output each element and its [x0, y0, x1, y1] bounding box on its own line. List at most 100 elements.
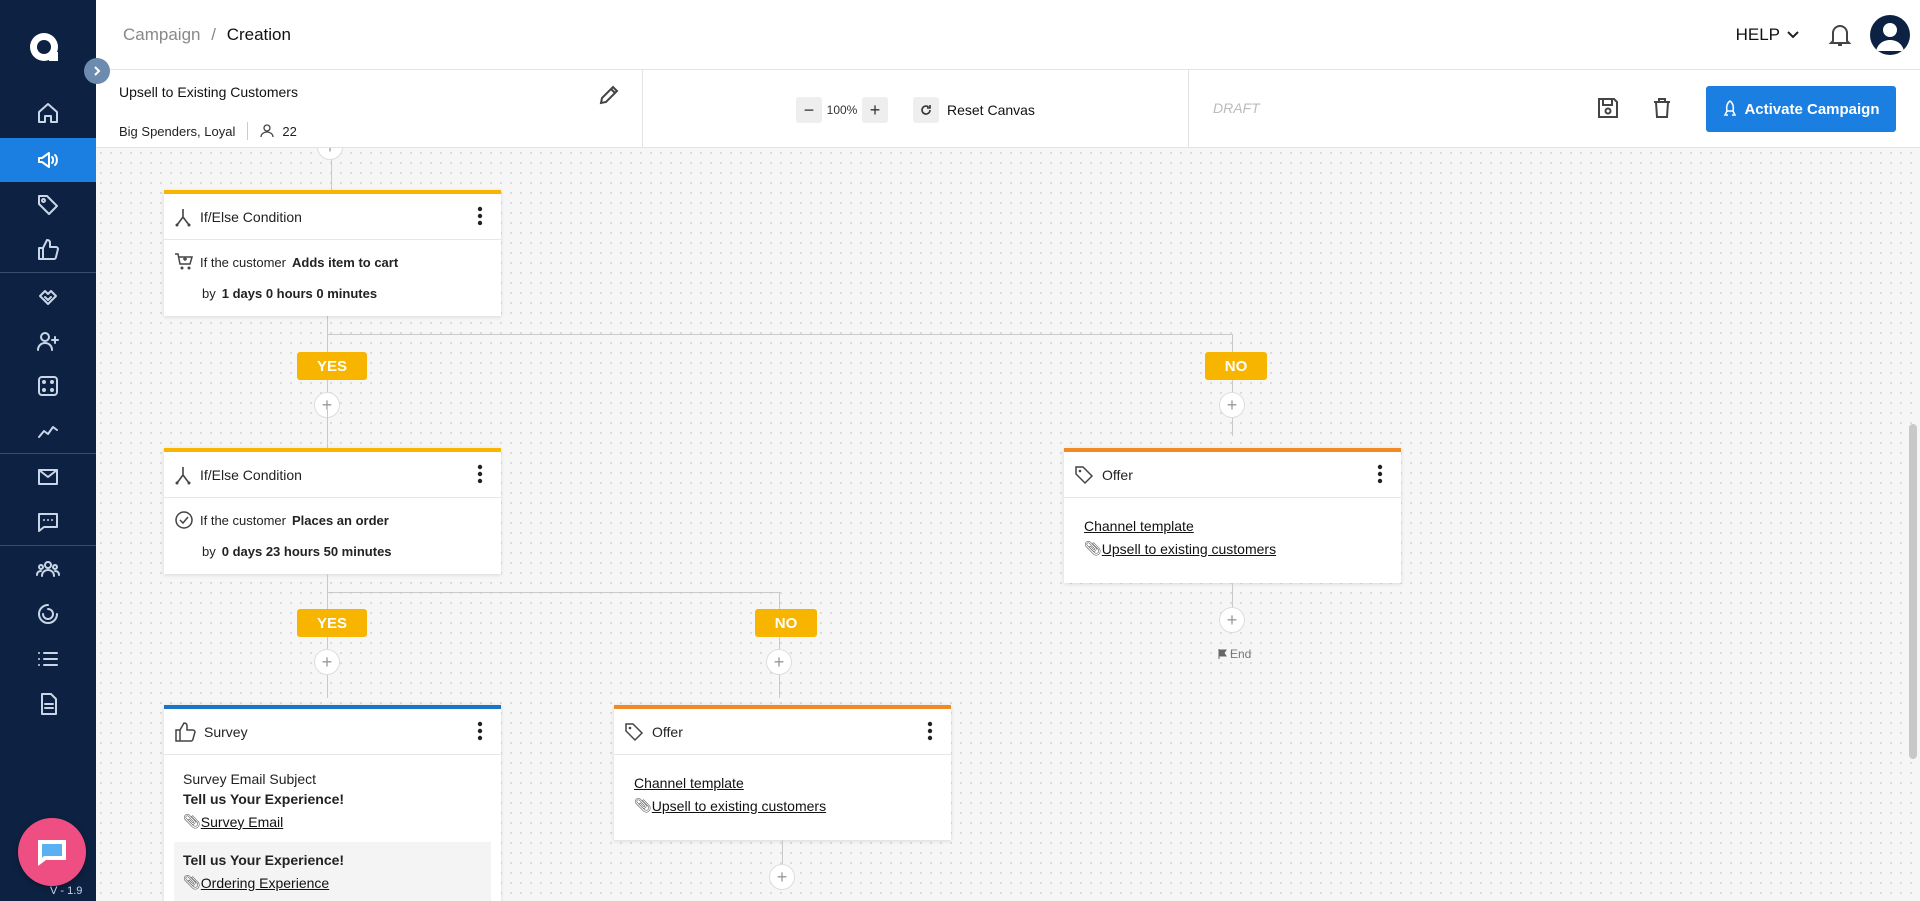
- node-title: If/Else Condition: [200, 466, 302, 483]
- delete-trash-icon[interactable]: [1650, 96, 1674, 120]
- attachment-row: 📎︎ Upsell to existing customers: [1084, 540, 1401, 557]
- sidebar-item-games[interactable]: [0, 364, 96, 408]
- sidebar-expand-button[interactable]: [84, 58, 110, 84]
- tag-icon: [1075, 465, 1094, 484]
- node-header: If/Else Condition: [164, 452, 501, 498]
- kebab-menu-icon[interactable]: [477, 206, 483, 226]
- survey-subject: Tell us Your Experience!: [183, 791, 345, 807]
- document-icon: [41, 693, 57, 715]
- sidebar-divider: [0, 272, 96, 273]
- kebab-menu-icon[interactable]: [477, 464, 483, 484]
- user-avatar[interactable]: [1870, 15, 1910, 55]
- notification-bell-icon[interactable]: [1828, 22, 1852, 48]
- sidebar-item-offers[interactable]: [0, 183, 96, 227]
- survey-body: Survey Email Subject Tell us Your Experi…: [164, 755, 501, 830]
- paperclip-icon: 📎︎: [183, 874, 201, 890]
- campaign-info-panel: Upsell to Existing Customers Big Spender…: [96, 70, 643, 148]
- paperclip-icon: 📎︎: [634, 797, 652, 813]
- add-step-button[interactable]: +: [314, 649, 340, 675]
- offer-body: Channel template 📎︎ Upsell to existing c…: [1064, 498, 1401, 557]
- channel-template-link[interactable]: Channel template: [1084, 518, 1401, 534]
- sidebar-item-documents[interactable]: [0, 682, 96, 726]
- chat-support-button[interactable]: [18, 818, 86, 886]
- sidebar-item-messages[interactable]: [0, 500, 96, 544]
- duration-value: 0 days 23 hours 50 minutes: [221, 544, 392, 559]
- sidebar-item-campaigns[interactable]: [0, 138, 96, 182]
- breadcrumb: Campaign / Creation: [123, 25, 291, 45]
- chevron-right-icon: [94, 66, 101, 76]
- duration-row: by 0 days 23 hours 50 minutes: [164, 530, 501, 559]
- zoom-out-button[interactable]: −: [796, 97, 822, 123]
- campaign-status: DRAFT: [1213, 100, 1260, 116]
- yes-branch-label: YES: [297, 609, 367, 637]
- list-icon: [38, 652, 58, 666]
- campaign-toolbar: Upsell to Existing Customers Big Spender…: [96, 70, 1920, 148]
- sidebar-item-home[interactable]: [0, 91, 96, 135]
- no-branch-label: NO: [1205, 352, 1267, 380]
- offer-node[interactable]: Offer Channel template 📎︎ Upsell to exis…: [614, 705, 951, 840]
- workflow-canvas[interactable]: + YES NO + + If/Else Condition If the cu…: [96, 148, 1920, 901]
- chat-bubble-icon: [38, 840, 66, 866]
- attachment-link[interactable]: Upsell to existing customers: [1102, 541, 1276, 557]
- person-icon: [260, 124, 275, 138]
- add-step-button[interactable]: +: [766, 649, 792, 675]
- add-step-button[interactable]: +: [1219, 607, 1245, 633]
- attachment-link[interactable]: Upsell to existing customers: [652, 798, 826, 814]
- edit-pencil-icon[interactable]: [598, 84, 620, 106]
- rocket-icon: [1724, 100, 1737, 116]
- connector-line: [327, 334, 1232, 335]
- duration-value: 1 days 0 hours 0 minutes: [221, 286, 378, 301]
- if-else-condition-node[interactable]: If/Else Condition If the customer Adds i…: [164, 190, 501, 316]
- sidebar-item-partners[interactable]: [0, 274, 96, 318]
- sidebar-item-reports[interactable]: [0, 592, 96, 636]
- activate-campaign-button[interactable]: Activate Campaign: [1706, 86, 1896, 132]
- offer-node[interactable]: Offer Channel template 📎︎ Upsell to exis…: [1064, 448, 1401, 583]
- breadcrumb-campaign[interactable]: Campaign: [123, 25, 201, 44]
- kebab-menu-icon[interactable]: [1377, 464, 1383, 484]
- sidebar-divider: [0, 453, 96, 454]
- channel-template-link[interactable]: Channel template: [634, 775, 951, 791]
- sidebar-divider: [0, 545, 96, 546]
- node-header: Offer: [614, 709, 951, 755]
- zoom-in-button[interactable]: +: [862, 97, 888, 123]
- end-label: End: [1230, 647, 1252, 661]
- sidebar-item-mail[interactable]: [0, 455, 96, 499]
- audience-count: 22: [282, 123, 297, 139]
- add-step-button[interactable]: +: [317, 148, 343, 160]
- kebab-menu-icon[interactable]: [927, 721, 933, 741]
- condition-prefix: If the customer: [200, 254, 286, 270]
- survey-email-link[interactable]: Survey Email: [201, 814, 283, 830]
- survey-question: Tell us Your Experience!: [183, 852, 345, 868]
- survey-question-row: 📎︎ Ordering Experience: [183, 874, 482, 891]
- sidebar-item-analytics[interactable]: [0, 409, 96, 453]
- dice-icon: [38, 376, 58, 396]
- condition-event: Adds item to cart: [291, 254, 399, 270]
- node-header: If/Else Condition: [164, 194, 501, 240]
- add-step-button[interactable]: +: [769, 864, 795, 890]
- connector-line: [1232, 334, 1233, 436]
- sidebar-item-customers[interactable]: [0, 547, 96, 591]
- canvas-controls: − 100% + Reset Canvas: [643, 70, 1189, 148]
- survey-question-link[interactable]: Ordering Experience: [201, 875, 329, 891]
- save-icon[interactable]: [1596, 96, 1620, 120]
- survey-email-row: 📎︎ Survey Email: [183, 813, 501, 830]
- node-title: Survey: [204, 723, 248, 740]
- top-bar: Campaign / Creation HELP: [96, 0, 1920, 70]
- add-user-icon: [37, 332, 59, 351]
- sidebar-item-add-user[interactable]: [0, 319, 96, 363]
- add-step-button[interactable]: +: [1219, 392, 1245, 418]
- help-menu[interactable]: HELP: [1736, 25, 1800, 45]
- sidebar-item-feedback[interactable]: [0, 228, 96, 272]
- canvas-scrollbar[interactable]: [1909, 424, 1917, 759]
- campaign-segments-row: Big Spenders, Loyal 22: [119, 122, 297, 140]
- node-title: If/Else Condition: [200, 208, 302, 225]
- connector-line: [327, 406, 328, 448]
- thumbs-up-icon: [175, 721, 196, 742]
- sidebar-item-lists[interactable]: [0, 637, 96, 681]
- survey-node[interactable]: Survey Survey Email Subject Tell us Your…: [164, 705, 501, 901]
- if-else-condition-node[interactable]: If/Else Condition If the customer Places…: [164, 448, 501, 574]
- node-title: Offer: [652, 723, 683, 740]
- logo-icon[interactable]: [27, 30, 61, 64]
- kebab-menu-icon[interactable]: [477, 721, 483, 741]
- reset-canvas-button[interactable]: Reset Canvas: [913, 97, 1035, 123]
